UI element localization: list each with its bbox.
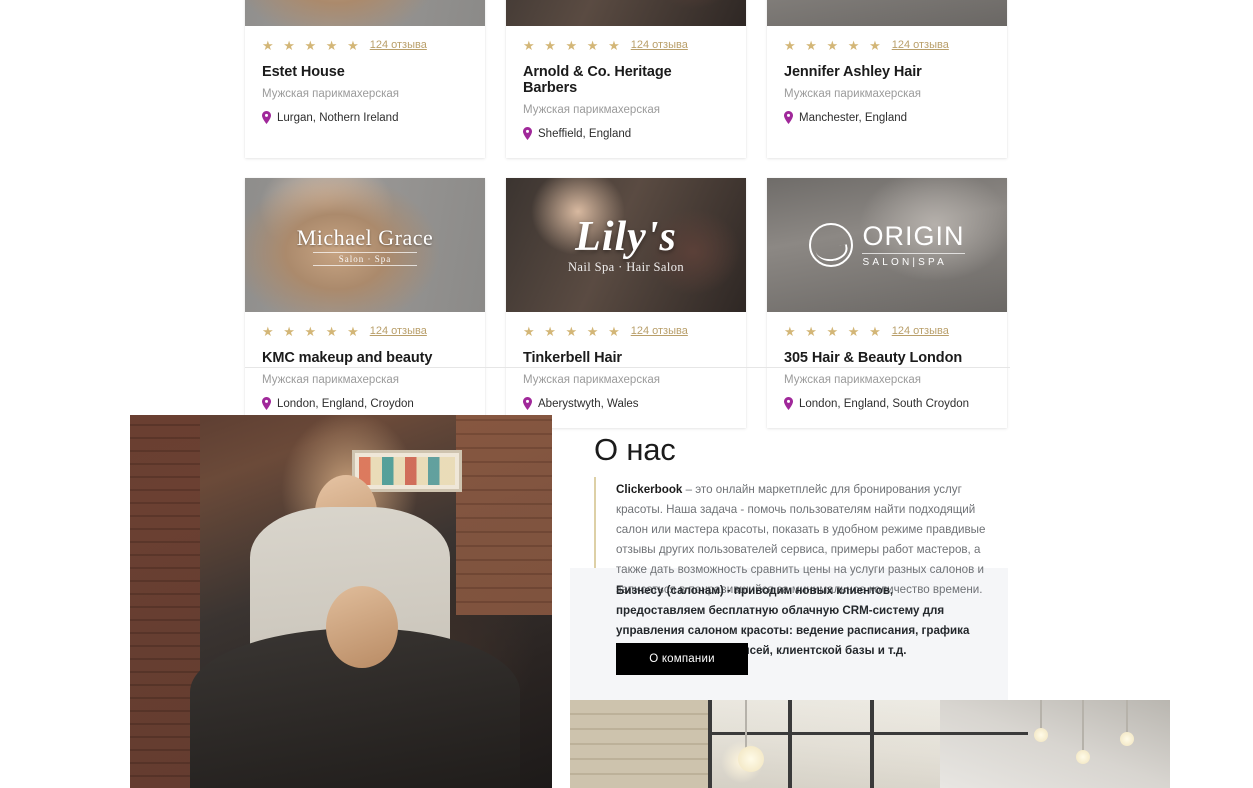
location-text: London, England, Croydon [277, 397, 414, 410]
salon-logo-overlay: Lily's Nail Spa · Hair Salon [506, 178, 746, 312]
reviews-link[interactable]: 124 отзыва [892, 39, 949, 51]
rating-row: ★ ★ ★ ★ ★ 124 отзыва [523, 324, 729, 338]
salon-location: Lurgan, Nothern Ireland [262, 111, 468, 124]
location-pin-icon [262, 111, 271, 124]
salon-type: Мужская парикмахерская [523, 374, 660, 386]
salon-card[interactable]: ★ ★ ★ ★ ★ 124 отзыва Jennifer Ashley Hai… [767, 0, 1007, 158]
reviews-link[interactable]: 124 отзыва [631, 39, 688, 51]
salon-card-body: ★ ★ ★ ★ ★ 124 отзыва KMC makeup and beau… [245, 312, 485, 428]
about-brand-name: Clickerbook [616, 483, 683, 496]
salon-logo-subtitle: SALON|SPA [862, 252, 965, 268]
rating-row: ★ ★ ★ ★ ★ 124 отзыва [784, 38, 990, 52]
about-company-button[interactable]: О компании [616, 643, 748, 675]
rating-row: ★ ★ ★ ★ ★ 124 отзыва [262, 38, 468, 52]
salon-logo-subtitle: Salon · Spa [312, 251, 418, 266]
salon-name: KMC makeup and beauty [262, 350, 433, 366]
location-text: Sheffield, England [538, 127, 632, 140]
salon-card-body: ★ ★ ★ ★ ★ 124 отзыва Tinkerbell Hair Муж… [506, 312, 746, 428]
salon-logo-name: Lily's [575, 213, 677, 260]
rating-row: ★ ★ ★ ★ ★ 124 отзыва [523, 38, 729, 52]
star-rating-icon: ★ ★ ★ ★ ★ [784, 323, 884, 339]
salon-card[interactable]: ★ ★ ★ ★ ★ 124 отзыва Arnold & Co. Herita… [506, 0, 746, 158]
salon-logo-subtitle: Nail Spa · Hair Salon [567, 259, 685, 274]
salon-card-body: ★ ★ ★ ★ ★ 124 отзыва Estet House Мужская… [245, 26, 485, 142]
salon-type: Мужская парикмахерская [523, 104, 660, 116]
salon-type: Мужская парикмахерская [262, 374, 399, 386]
location-pin-icon [523, 127, 532, 140]
salon-card-grid: ★ ★ ★ ★ ★ 124 отзыва Estet House Мужская… [245, 0, 1008, 428]
about-title: О нас [594, 432, 676, 467]
location-pin-icon [784, 397, 793, 410]
reviews-link[interactable]: 124 отзыва [892, 325, 949, 337]
salon-card[interactable]: ★ ★ ★ ★ ★ 124 отзыва Estet House Мужская… [245, 0, 485, 158]
salon-card[interactable]: ORIGIN SALON|SPA ★ ★ ★ ★ ★ 124 отзыва 30… [767, 178, 1007, 428]
star-rating-icon: ★ ★ ★ ★ ★ [784, 37, 884, 53]
salon-logo-overlay: ORIGIN SALON|SPA [767, 178, 1007, 312]
location-pin-icon [262, 397, 271, 410]
salon-card-photo [245, 0, 485, 26]
star-rating-icon: ★ ★ ★ ★ ★ [262, 323, 362, 339]
salon-card-body: ★ ★ ★ ★ ★ 124 отзыва Jennifer Ashley Hai… [767, 26, 1007, 142]
salon-type: Мужская парикмахерская [784, 88, 921, 100]
rating-row: ★ ★ ★ ★ ★ 124 отзыва [262, 324, 468, 338]
salon-card-photo: ORIGIN SALON|SPA [767, 178, 1007, 312]
location-text: Lurgan, Nothern Ireland [277, 111, 399, 124]
location-text: London, England, South Croydon [799, 397, 970, 410]
salon-location: London, England, South Croydon [784, 397, 990, 410]
salon-card-body: ★ ★ ★ ★ ★ 124 отзыва Arnold & Co. Herita… [506, 26, 746, 158]
salon-location: Sheffield, England [523, 127, 729, 140]
reviews-link[interactable]: 124 отзыва [631, 325, 688, 337]
location-text: Manchester, England [799, 111, 908, 124]
salon-location: London, England, Croydon [262, 397, 468, 410]
star-rating-icon: ★ ★ ★ ★ ★ [262, 37, 362, 53]
salon-card-body: ★ ★ ★ ★ ★ 124 отзыва 305 Hair & Beauty L… [767, 312, 1007, 428]
about-heading-wrap: О нас [594, 432, 1008, 468]
location-pin-icon [784, 111, 793, 124]
page-root: ★ ★ ★ ★ ★ 124 отзыва Estet House Мужская… [0, 0, 1253, 788]
section-divider [245, 367, 1010, 368]
salon-logo-overlay: Michael Grace Salon · Spa [245, 178, 485, 312]
salon-logo-name: ORIGIN [862, 220, 965, 251]
about-paragraph-1-text: – это онлайн маркетплейс для бронировани… [616, 483, 986, 596]
salon-location: Manchester, England [784, 111, 990, 124]
about-photo-barber [130, 415, 552, 788]
salon-card-photo: Lily's Nail Spa · Hair Salon [506, 178, 746, 312]
salon-name: Arnold & Co. Heritage Barbers [523, 64, 672, 96]
reviews-link[interactable]: 124 отзыва [370, 39, 427, 51]
location-text: Aberystwyth, Wales [538, 397, 639, 410]
salon-type: Мужская парикмахерская [784, 374, 921, 386]
salon-type: Мужская парикмахерская [262, 88, 399, 100]
salon-card[interactable]: Michael Grace Salon · Spa ★ ★ ★ ★ ★ 124 … [245, 178, 485, 428]
about-photo-interior [570, 700, 1170, 788]
salon-card-photo: Michael Grace Salon · Spa [245, 178, 485, 312]
salon-name: Jennifer Ashley Hair [784, 64, 922, 80]
salon-location: Aberystwyth, Wales [523, 397, 729, 410]
salon-card[interactable]: Lily's Nail Spa · Hair Salon ★ ★ ★ ★ ★ 1… [506, 178, 746, 428]
salon-card-photo [506, 0, 746, 26]
rating-row: ★ ★ ★ ★ ★ 124 отзыва [784, 324, 990, 338]
location-pin-icon [523, 397, 532, 410]
origin-logo-mark-icon [809, 223, 854, 267]
reviews-link[interactable]: 124 отзыва [370, 325, 427, 337]
star-rating-icon: ★ ★ ★ ★ ★ [523, 323, 623, 339]
salon-card-photo [767, 0, 1007, 26]
salon-name: Estet House [262, 64, 345, 80]
salon-name: Tinkerbell Hair [523, 350, 622, 366]
salon-name: 305 Hair & Beauty London [784, 350, 963, 366]
star-rating-icon: ★ ★ ★ ★ ★ [523, 37, 623, 53]
salon-logo-name: Michael Grace [296, 224, 434, 250]
